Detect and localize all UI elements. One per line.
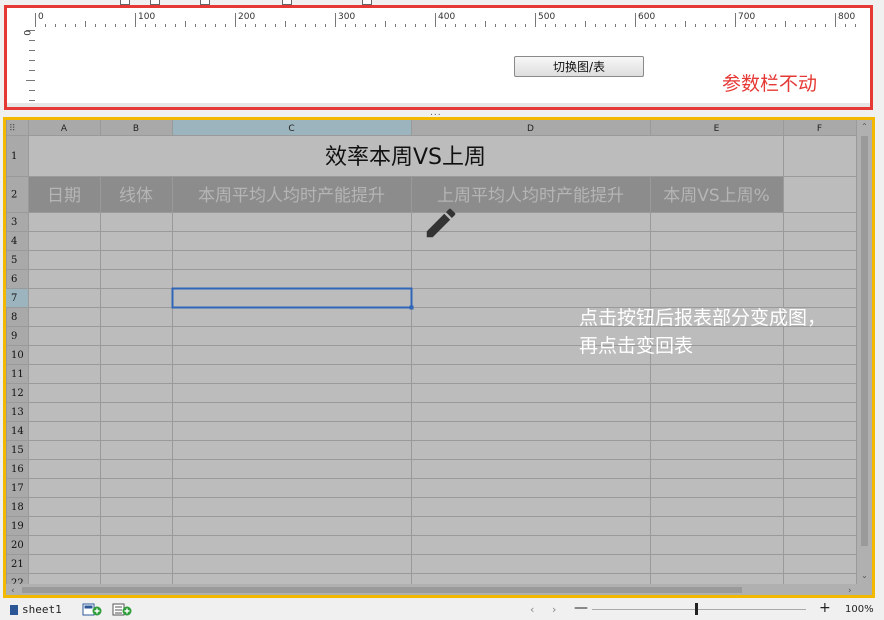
parameter-panel: 0 100 200 300 400 500 600 700 800 0 切换图/表 参数栏不动 (4, 5, 873, 110)
scroll-left-icon[interactable]: ‹ (11, 586, 15, 595)
zoom-in-button[interactable]: + (819, 600, 831, 616)
status-bar: sheet1 ‹ › — + 100% (0, 600, 884, 620)
sheet-name: sheet1 (22, 603, 62, 616)
panel-divider (7, 103, 870, 107)
ruler-label: 0 (38, 12, 44, 22)
scroll-down-icon[interactable]: ⌄ (861, 571, 868, 580)
vertical-scrollbar-thumb[interactable] (861, 136, 868, 546)
table-header-cell: 日期 (47, 186, 81, 206)
row-number[interactable]: 13 (11, 407, 24, 418)
ruler-label: 600 (638, 12, 655, 22)
row-number[interactable]: 1 (11, 151, 17, 162)
ruler-label: 100 (138, 12, 155, 22)
add-dashboard-icon[interactable] (112, 603, 132, 616)
column-header-e[interactable]: E (714, 124, 720, 134)
report-area: ⠿ A B C D E F 1 2 3 4 5 6 7 8 9 10 11 12 13 14 15 16 17 18 19 20 21… (3, 117, 875, 598)
table-header-cell: 本周平均人均时产能提升 (198, 186, 385, 206)
vertical-ruler-label: 0 (21, 30, 31, 36)
ruler-label: 200 (238, 12, 255, 22)
row-number[interactable]: 21 (11, 559, 24, 570)
row-number[interactable]: 7 (11, 293, 17, 304)
row-number[interactable]: 9 (11, 331, 17, 342)
row-number[interactable]: 18 (11, 502, 24, 513)
parameter-panel-note: 参数栏不动 (722, 73, 818, 95)
column-header-d[interactable]: D (527, 124, 534, 134)
zoom-slider[interactable] (592, 609, 806, 610)
select-all-corner[interactable]: ⠿ (9, 123, 16, 134)
vertical-ruler: 0 (21, 30, 35, 101)
sheet-icon (10, 604, 18, 615)
sheet-nav-next-icon[interactable]: › (552, 603, 556, 616)
ruler-label: 300 (338, 12, 355, 22)
column-header-f[interactable]: F (817, 124, 822, 134)
row-number[interactable]: 19 (11, 521, 24, 532)
add-sheet-icon[interactable] (82, 603, 102, 616)
row-number[interactable]: 10 (11, 350, 24, 361)
table-header-cell: 本周VS上周% (663, 186, 770, 206)
scroll-right-icon[interactable]: › (848, 586, 852, 595)
horizontal-ruler: 0 100 200 300 400 500 600 700 800 (35, 12, 856, 27)
row-number[interactable]: 16 (11, 464, 24, 475)
row-number[interactable]: 12 (11, 388, 24, 399)
ruler-label: 500 (538, 12, 555, 22)
row-number[interactable]: 4 (11, 236, 17, 247)
row-number[interactable]: 8 (11, 312, 17, 323)
column-header-b[interactable]: B (133, 124, 139, 134)
ruler-label: 800 (838, 12, 855, 22)
row-number[interactable]: 14 (11, 426, 24, 437)
pencil-icon[interactable] (422, 204, 460, 242)
row-number[interactable]: 5 (11, 255, 17, 266)
zoom-slider-thumb[interactable] (695, 603, 698, 615)
row-number[interactable]: 2 (11, 190, 17, 201)
scroll-up-icon[interactable]: ⌃ (861, 122, 868, 131)
row-number[interactable]: 17 (11, 483, 24, 494)
row-number[interactable]: 6 (11, 274, 17, 285)
horizontal-scrollbar-thumb[interactable] (22, 587, 742, 593)
ruler-label: 700 (738, 12, 755, 22)
table-header-cell: 线体 (119, 186, 153, 206)
zoom-out-button[interactable]: — (574, 600, 588, 616)
zoom-level: 100% (845, 604, 874, 615)
report-title: 效率本周VS上周 (325, 145, 486, 170)
selected-cell[interactable] (171, 287, 413, 309)
row-number[interactable]: 15 (11, 445, 24, 456)
report-note: 点击按钮后报表部分变成图，再点击变回表 (579, 307, 827, 357)
row-number[interactable]: 3 (11, 217, 17, 228)
sheet-nav-prev-icon[interactable]: ‹ (530, 603, 534, 616)
toggle-chart-table-button[interactable]: 切换图/表 (514, 56, 644, 77)
sheet-tab[interactable]: sheet1 (10, 603, 62, 616)
row-number[interactable]: 11 (11, 369, 24, 380)
fill-handle[interactable] (409, 305, 414, 310)
row-number[interactable]: 20 (11, 540, 24, 551)
ruler-label: 400 (438, 12, 455, 22)
table-header-cell: 上周平均人均时产能提升 (437, 186, 624, 206)
column-header-a[interactable]: A (61, 124, 68, 134)
column-header-c[interactable]: C (288, 124, 294, 134)
